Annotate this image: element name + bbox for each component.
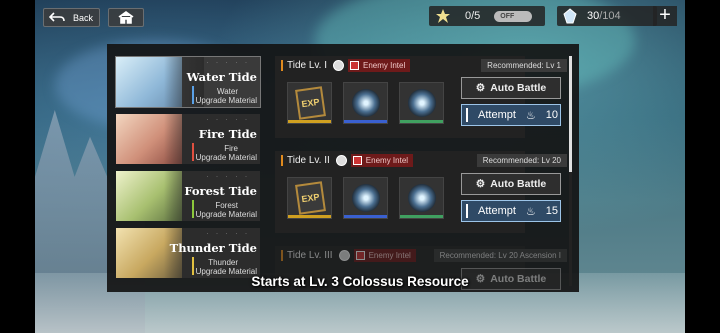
tide-tab-thunder[interactable]: · · · · · Thunder Tide Thunder Upgrade M… [116, 228, 260, 278]
tide-element: Forest [215, 201, 238, 210]
element-bar [192, 200, 194, 218]
tide-description: Upgrade Material [195, 210, 257, 219]
tide-name: Water Tide [186, 70, 257, 84]
auto-battle-button[interactable]: ⚙ Auto Battle [461, 77, 561, 99]
back-button[interactable]: Back [43, 8, 100, 27]
stamina-cost-icon: ♨ [525, 205, 536, 218]
tide-element: Thunder [208, 258, 238, 267]
exp-book-icon: EXP [295, 181, 326, 215]
reward-exp-book[interactable]: EXP [287, 177, 332, 219]
stamina-counter: 30/104 [557, 6, 657, 26]
auto-battle-label: Auto Battle [490, 178, 547, 190]
rarity-stripe [288, 215, 331, 218]
stamina-cost: 15 [545, 205, 559, 217]
skull-icon [333, 59, 345, 71]
rarity-stripe [400, 120, 443, 123]
intel-icon [350, 60, 360, 70]
enemy-intel-button[interactable]: Enemy Intel [348, 58, 411, 72]
rarity-stripe [344, 120, 387, 123]
stage-title: Tide Lv. I [281, 59, 327, 71]
reward-material[interactable] [399, 82, 444, 124]
enemy-intel-button[interactable]: Enemy Intel [353, 248, 416, 262]
rarity-stripe [288, 120, 331, 123]
exp-book-icon: EXP [295, 86, 326, 120]
add-stamina-button[interactable]: + [653, 4, 677, 26]
reward-material[interactable] [343, 82, 388, 124]
tide-tab-forest[interactable]: · · · · · Forest Tide Forest Upgrade Mat… [116, 171, 260, 221]
element-bar [192, 257, 194, 275]
reward-material[interactable] [343, 177, 388, 219]
rarity-stripe [400, 215, 443, 218]
stage-title: Tide Lv. III [281, 249, 333, 261]
tide-element: Water [216, 87, 238, 96]
rarity-dots: · · · · · [206, 117, 250, 123]
reward-material[interactable] [399, 177, 444, 219]
ticket-count: 0/5 [465, 10, 481, 22]
auto-battle-button[interactable]: ⚙ Auto Battle [461, 173, 561, 195]
enemy-intel-button[interactable]: Enemy Intel [350, 153, 414, 167]
recommended-level: Recommended: Lv 20 Ascension I [433, 249, 567, 262]
back-label: Back [73, 12, 94, 23]
tide-name: Forest Tide [184, 184, 257, 198]
rarity-stripe [344, 215, 387, 218]
rarity-dots: · · · · · [206, 231, 250, 237]
stamina-cost: 10 [545, 109, 559, 121]
plus-icon: + [659, 4, 671, 26]
enemy-intel-label: Enemy Intel [365, 155, 409, 165]
tide-name: Thunder Tide [169, 241, 257, 255]
video-caption: Starts at Lv. 3 Colossus Resource [251, 274, 469, 289]
scrollbar-thumb[interactable] [569, 56, 572, 172]
enemy-intel-label: Enemy Intel [368, 250, 411, 260]
stamina-cost-icon: ♨ [525, 109, 536, 122]
tide-description: Upgrade Material [195, 153, 257, 162]
rarity-dots: · · · · · [206, 60, 250, 66]
attempt-label: Attempt [478, 205, 516, 217]
tide-description: Upgrade Material [195, 96, 257, 105]
home-icon [118, 11, 134, 24]
attempt-button[interactable]: Attempt ♨ 15 [461, 200, 561, 222]
tide-element: Fire [224, 144, 238, 153]
stage-title: Tide Lv. II [281, 154, 330, 166]
ticket-star-icon [436, 9, 450, 23]
ticket-counter: 0/5 OFF [429, 6, 545, 26]
attempt-label: Attempt [478, 109, 516, 121]
attempt-accent [466, 108, 468, 122]
gear-icon: ⚙ [475, 82, 486, 94]
intel-icon [352, 155, 362, 165]
intel-icon [355, 250, 365, 260]
auto-battle-label: Auto Battle [490, 82, 547, 94]
tide-tab-fire[interactable]: · · · · · Fire Tide Fire Upgrade Materia… [116, 114, 260, 164]
attempt-accent [466, 204, 468, 218]
tide-tab-water[interactable]: · · · · · Water Tide Water Upgrade Mater… [115, 56, 261, 108]
stamina-crystal-icon [563, 8, 577, 24]
skull-icon [335, 154, 347, 166]
element-bar [192, 86, 194, 104]
skull-icon [338, 249, 350, 261]
stamina-current: 30 [587, 10, 600, 22]
toggle-label: OFF [500, 12, 515, 20]
material-orb-icon [408, 89, 436, 117]
auto-toggle[interactable]: OFF [494, 10, 533, 22]
element-bar [192, 143, 194, 161]
gear-icon: ⚙ [475, 178, 486, 190]
enemy-intel-label: Enemy Intel [363, 60, 406, 70]
reward-exp-book[interactable]: EXP [287, 82, 332, 124]
back-arrow-icon [49, 12, 65, 22]
rarity-dots: · · · · · [206, 174, 250, 180]
stamina-max: /104 [599, 10, 621, 22]
tide-name: Fire Tide [198, 127, 257, 141]
attempt-button[interactable]: Attempt ♨ 10 [461, 104, 561, 126]
material-orb-icon [408, 184, 436, 212]
material-orb-icon [352, 184, 380, 212]
recommended-level: Recommended: Lv 20 [476, 154, 567, 167]
home-button[interactable] [108, 8, 144, 27]
recommended-level: Recommended: Lv 1 [481, 59, 567, 72]
material-orb-icon [352, 89, 380, 117]
